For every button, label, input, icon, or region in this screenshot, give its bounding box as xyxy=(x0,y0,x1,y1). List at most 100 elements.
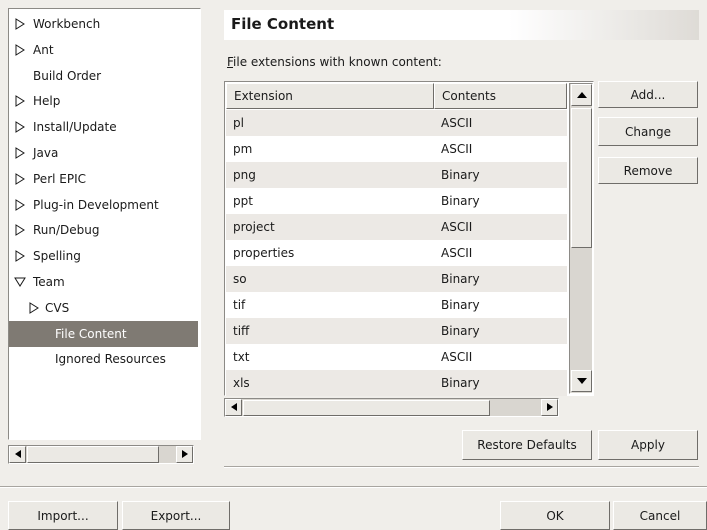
caption-text: ile extensions with known content: xyxy=(233,55,442,69)
tree-item-perl-epic[interactable]: Perl EPIC xyxy=(9,166,198,192)
triangle-right-icon[interactable] xyxy=(14,121,26,134)
tree-item-spelling[interactable]: Spelling xyxy=(9,243,198,269)
contents-cell: Binary xyxy=(441,376,480,390)
tree-item-label: Help xyxy=(33,94,61,109)
import-button[interactable]: Import... xyxy=(8,501,118,530)
file-extensions-table[interactable]: Extension Contents pl ASCII pm ASCII png Bina… xyxy=(224,81,594,396)
table-row[interactable]: ppt Binary xyxy=(226,188,567,214)
extension-cell: xls xyxy=(233,376,250,390)
preferences-tree[interactable]: Workbench Ant Build Order Help Install/Updat… xyxy=(8,8,201,440)
tree-item-label: Plug-in Development xyxy=(33,197,159,212)
column-header-contents[interactable]: Contents xyxy=(434,83,567,109)
table-hscroll-thumb[interactable] xyxy=(243,400,490,416)
tree-item-label: Java xyxy=(33,146,59,160)
contents-cell: ASCII xyxy=(441,246,473,260)
table-row[interactable]: pm ASCII xyxy=(226,136,567,162)
table-row[interactable]: tiff Binary xyxy=(226,318,567,344)
extension-cell: so xyxy=(233,272,247,286)
table-header: Extension Contents xyxy=(226,83,567,109)
tree-item-team[interactable]: Team xyxy=(9,269,198,295)
table-row[interactable]: xls Binary xyxy=(226,370,567,396)
contents-cell: ASCII xyxy=(441,220,473,234)
tree-item-plug-in-development[interactable]: Plug-in Development xyxy=(9,192,198,218)
table-scroll-right-button[interactable] xyxy=(541,399,558,416)
tree-item-ignored-resources[interactable]: Ignored Resources xyxy=(9,346,198,372)
extension-cell: pm xyxy=(233,142,253,156)
restore-defaults-button[interactable]: Restore Defaults xyxy=(462,430,592,460)
triangle-right-icon[interactable] xyxy=(14,250,26,263)
add-button[interactable]: Add... xyxy=(598,81,698,108)
table-row[interactable]: tif Binary xyxy=(226,292,567,318)
contents-cell: Binary xyxy=(441,298,480,312)
extension-cell: tiff xyxy=(233,324,250,338)
tree-hscroll-thumb[interactable] xyxy=(27,446,159,463)
page-separator xyxy=(224,466,699,468)
triangle-right-icon[interactable] xyxy=(14,147,26,159)
tree-item-label: Install/Update xyxy=(33,120,117,135)
arrow-right-icon xyxy=(181,450,188,458)
tree-item-label: Team xyxy=(33,275,65,289)
export-button[interactable]: Export... xyxy=(122,501,230,530)
contents-cell: ASCII xyxy=(441,350,473,364)
tree-horizontal-scrollbar[interactable] xyxy=(8,445,194,464)
tree-item-java[interactable]: Java xyxy=(9,140,198,166)
triangle-right-icon[interactable] xyxy=(14,95,26,108)
apply-button[interactable]: Apply xyxy=(598,430,698,460)
scroll-right-button[interactable] xyxy=(176,446,193,463)
tree-item-label: Run/Debug xyxy=(33,223,100,238)
page-title: File Content xyxy=(231,15,335,33)
table-row[interactable]: so Binary xyxy=(226,266,567,292)
remove-button[interactable]: Remove xyxy=(598,157,698,184)
arrow-down-icon xyxy=(576,377,587,384)
scroll-left-button[interactable] xyxy=(9,446,26,463)
column-header-extension[interactable]: Extension xyxy=(226,83,434,109)
tree-item-label: File Content xyxy=(55,326,127,341)
tree-item-label: Workbench xyxy=(33,17,101,31)
tree-item-cvs[interactable]: CVS xyxy=(9,295,198,321)
tree-item-help[interactable]: Help xyxy=(9,88,198,114)
triangle-right-icon[interactable] xyxy=(28,301,40,314)
dialog-separator xyxy=(0,486,707,488)
cancel-button[interactable]: Cancel xyxy=(613,501,707,530)
arrow-left-icon xyxy=(230,403,237,411)
page-title-bar: File Content xyxy=(224,10,699,40)
triangle-right-icon[interactable] xyxy=(14,172,26,185)
triangle-right-icon[interactable] xyxy=(14,18,26,30)
arrow-right-icon xyxy=(546,403,553,411)
table-row[interactable]: txt ASCII xyxy=(226,344,567,370)
tree-item-ant[interactable]: Ant xyxy=(9,37,198,63)
contents-cell: Binary xyxy=(441,324,480,338)
ok-button[interactable]: OK xyxy=(500,501,610,530)
triangle-right-icon[interactable] xyxy=(14,198,26,211)
table-vscroll-thumb[interactable] xyxy=(571,108,592,248)
extension-cell: png xyxy=(233,168,256,182)
extension-cell: pl xyxy=(233,116,244,130)
contents-cell: Binary xyxy=(441,272,480,286)
tree-item-build-order[interactable]: Build Order xyxy=(9,63,198,89)
scroll-up-button[interactable] xyxy=(571,84,592,106)
triangle-down-icon[interactable] xyxy=(14,276,26,288)
table-row[interactable]: pl ASCII xyxy=(226,110,567,136)
triangle-right-icon[interactable] xyxy=(14,224,26,237)
tree-item-install-update[interactable]: Install/Update xyxy=(9,114,198,140)
arrow-left-icon xyxy=(14,450,21,458)
tree-item-run-debug[interactable]: Run/Debug xyxy=(9,217,198,243)
extension-cell: properties xyxy=(233,246,295,260)
contents-cell: ASCII xyxy=(441,142,473,156)
scroll-down-button[interactable] xyxy=(571,370,592,392)
extension-cell: project xyxy=(233,220,275,234)
table-horizontal-scrollbar[interactable] xyxy=(224,398,559,417)
tree-item-file-content[interactable]: File Content xyxy=(9,320,198,347)
table-row[interactable]: png Binary xyxy=(226,162,567,188)
table-row[interactable]: properties ASCII xyxy=(226,240,567,266)
table-row[interactable]: project ASCII xyxy=(226,214,567,240)
table-scroll-left-button[interactable] xyxy=(225,399,242,416)
tree-item-label: Ignored Resources xyxy=(55,352,166,367)
change-button[interactable]: Change xyxy=(598,117,698,146)
table-vertical-scrollbar[interactable] xyxy=(569,83,593,394)
table-body: pl ASCII pm ASCII png Binary ppt Binary project A… xyxy=(226,110,567,396)
triangle-right-icon[interactable] xyxy=(14,43,26,56)
tree-item-workbench[interactable]: Workbench xyxy=(9,11,198,37)
tree-item-label: Spelling xyxy=(33,249,81,264)
extension-cell: tif xyxy=(233,298,246,312)
